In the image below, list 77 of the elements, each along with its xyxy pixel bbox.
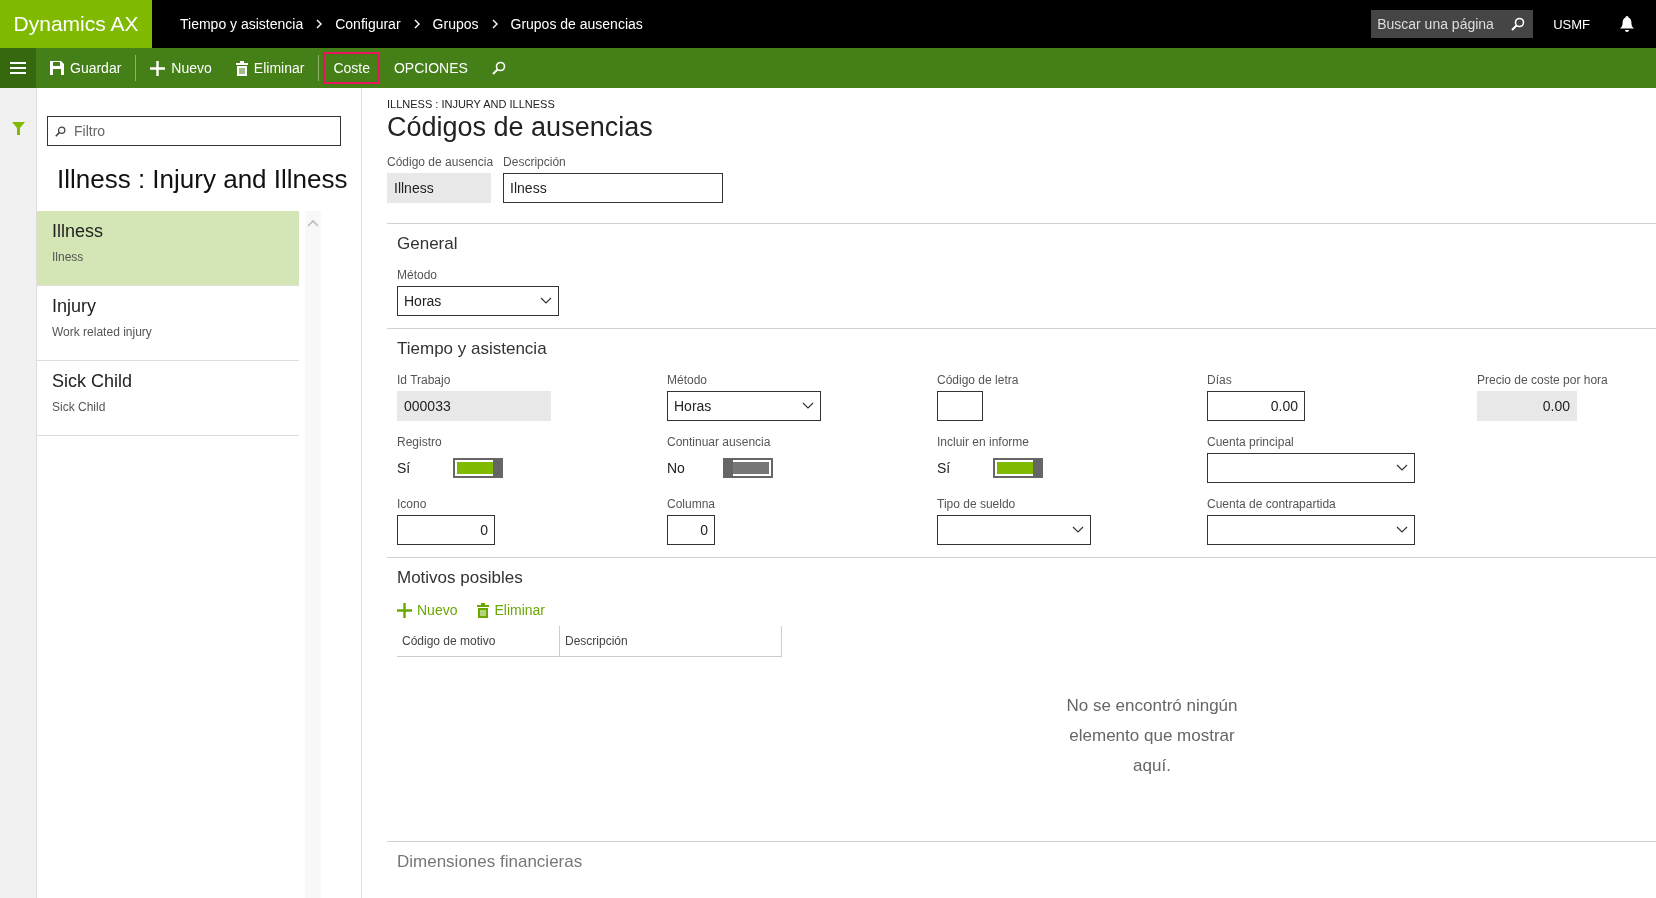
- dropdown-field[interactable]: Horas: [397, 286, 559, 316]
- chevron-right-icon: [490, 18, 499, 30]
- field-label: Registro: [397, 435, 443, 449]
- toolbar-button[interactable]: Coste: [323, 52, 380, 84]
- field-label: Incluir en informe: [937, 435, 1031, 449]
- section-title[interactable]: Dimensiones financieras: [397, 852, 1646, 872]
- section-title[interactable]: Tiempo y asistencia: [397, 339, 1646, 359]
- input-field[interactable]: 0: [397, 515, 495, 545]
- field-label: Cuenta de contrapartida: [1207, 497, 1337, 511]
- list-title: Illness : Injury and Illness: [57, 164, 349, 195]
- breadcrumb-link[interactable]: Configurar: [335, 16, 401, 32]
- bell-icon[interactable]: [1620, 16, 1634, 32]
- field-label: Continuar ausencia: [667, 435, 772, 449]
- field-label: Precio de coste por hora: [1477, 373, 1609, 387]
- list-item[interactable]: Illness Ilness: [37, 211, 299, 286]
- breadcrumb-link[interactable]: Grupos de ausencias: [510, 16, 643, 32]
- field-label: Días: [1207, 373, 1233, 387]
- field-label: Método: [397, 268, 439, 282]
- breadcrumb-link[interactable]: Grupos: [432, 16, 479, 32]
- field-label: Columna: [667, 497, 717, 511]
- section-title[interactable]: General: [397, 234, 1646, 254]
- search-field[interactable]: Buscar una página: [1371, 10, 1534, 38]
- chevron-down-icon: [1072, 526, 1084, 534]
- input-field[interactable]: [937, 391, 983, 421]
- chevron-down-icon: [802, 402, 814, 410]
- chevron-right-icon: [315, 18, 324, 30]
- plus-icon: [397, 602, 412, 618]
- menu-button[interactable]: [0, 48, 36, 88]
- record-caption: ILLNESS : INJURY AND ILLNESS: [387, 98, 556, 110]
- field-label: Id Trabajo: [397, 373, 452, 387]
- column-header[interactable]: Código de motivo: [397, 626, 560, 656]
- filter-field[interactable]: Filtro: [47, 116, 341, 146]
- input-field[interactable]: 0: [667, 515, 715, 545]
- toolbar-button[interactable]: Eliminar: [225, 52, 315, 84]
- toggle-value: Sí: [397, 460, 412, 476]
- company-label[interactable]: USMF: [1553, 16, 1590, 32]
- field-label: Método: [667, 373, 709, 387]
- toolbar-button[interactable]: OPCIONES: [384, 52, 478, 84]
- chevron-right-icon: [412, 18, 421, 30]
- search-icon: [1511, 17, 1526, 31]
- dropdown-field[interactable]: [1207, 453, 1415, 483]
- breadcrumb-link[interactable]: Tiempo y asistencia: [180, 16, 304, 32]
- read-only-field: 0.00: [1477, 391, 1577, 421]
- trash-icon: [477, 602, 490, 618]
- save-icon: [50, 61, 64, 75]
- field-label: Cuenta principal: [1207, 435, 1295, 449]
- toggle-switch[interactable]: [453, 458, 503, 478]
- field-label: Tipo de sueldo: [937, 497, 1017, 511]
- chevron-down-icon: [1396, 526, 1408, 534]
- read-only-field: Illness: [387, 173, 491, 203]
- empty-message: No se encontró ningún elemento que mostrar aquí.: [1065, 695, 1239, 777]
- field-label: Descripción: [503, 155, 567, 169]
- read-only-field: 000033: [397, 391, 551, 421]
- dropdown-field[interactable]: [937, 515, 1091, 545]
- menu-icon: [10, 62, 26, 74]
- search-icon: [491, 61, 506, 75]
- column-header[interactable]: Descripción: [560, 626, 780, 656]
- toggle-switch[interactable]: [723, 458, 773, 478]
- trash-icon: [235, 60, 248, 76]
- field-label: Código de letra: [937, 373, 1020, 387]
- input-field[interactable]: Ilness: [503, 173, 724, 203]
- search-icon: [55, 125, 66, 137]
- toggle-value: No: [667, 460, 686, 476]
- page-title: Códigos de ausencias: [387, 112, 654, 143]
- input-field[interactable]: 0.00: [1207, 391, 1305, 421]
- dropdown-field[interactable]: Horas: [667, 391, 821, 421]
- section-title[interactable]: Motivos posibles: [397, 568, 1646, 588]
- toolbar-button[interactable]: Nuevo: [140, 52, 222, 84]
- toggle-switch[interactable]: [993, 458, 1043, 478]
- toolbar-button[interactable]: Guardar: [40, 52, 132, 84]
- field-label: Icono: [397, 497, 428, 511]
- field-label: Código de ausencia: [387, 155, 494, 169]
- chevron-down-icon: [1396, 464, 1408, 472]
- chevron-down-icon: [540, 297, 552, 305]
- dropdown-field[interactable]: [1207, 515, 1415, 545]
- toggle-value: Sí: [937, 460, 952, 476]
- plus-icon: [150, 60, 166, 76]
